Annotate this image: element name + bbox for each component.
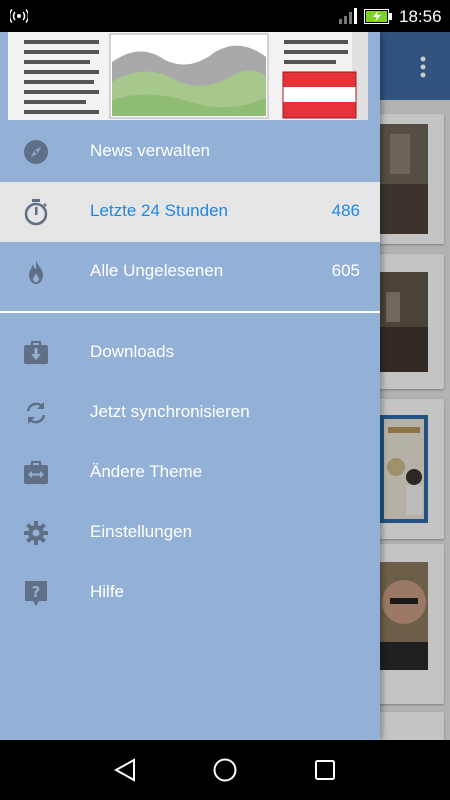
- drawer-header: [0, 32, 380, 122]
- drawer-item-label: Letzte 24 Stunden: [90, 201, 229, 220]
- drawer-item-label: Einstellungen: [90, 522, 193, 541]
- drawer-item-label: Jetzt synchronisieren: [90, 402, 250, 421]
- drawer-item-downloads[interactable]: Downloads: [0, 323, 380, 383]
- svg-text:?: ?: [32, 583, 41, 601]
- drawer-divider: [0, 311, 380, 313]
- flame-icon: [29, 260, 43, 284]
- recents-icon[interactable]: [310, 755, 340, 785]
- navigation-drawer: News verwalten Letzte 24 Stunden 486 All…: [0, 32, 380, 740]
- drawer-item-aendere-theme[interactable]: Ändere Theme: [0, 443, 380, 503]
- compass-icon: [24, 140, 48, 164]
- drawer-item-label: Alle Ungelesenen: [90, 261, 224, 280]
- gear-icon: [24, 521, 48, 545]
- drawer-item-label: Downloads: [90, 342, 175, 361]
- drawer-item-label: Ändere Theme: [90, 462, 203, 481]
- drawer-item-letzte-24-stunden[interactable]: Letzte 24 Stunden 486: [0, 182, 380, 242]
- drawer-item-label: Hilfe: [90, 582, 125, 601]
- home-icon[interactable]: [210, 755, 240, 785]
- drawer-item-alle-ungelesenen[interactable]: Alle Ungelesenen 605: [0, 242, 380, 302]
- drawer-item-hilfe[interactable]: ? Hilfe: [0, 563, 380, 623]
- drawer-item-einstellungen[interactable]: Einstellungen: [0, 503, 380, 563]
- sync-icon: [26, 402, 46, 424]
- drawer-item-count: 605: [331, 261, 360, 280]
- help-icon: ?: [25, 581, 47, 606]
- timer-icon: [24, 199, 48, 226]
- status-bar: 18:56: [0, 0, 450, 32]
- drawer-item-news-verwalten[interactable]: News verwalten: [0, 122, 380, 182]
- clock: 18:56: [399, 7, 442, 26]
- battery-charging-icon: [364, 9, 392, 24]
- austrian-news-logo: [8, 32, 368, 120]
- hotspot-icon: [10, 9, 28, 23]
- drawer-item-label: News verwalten: [90, 141, 210, 160]
- back-icon[interactable]: [110, 755, 140, 785]
- system-nav-bar: [0, 740, 450, 800]
- download-briefcase-icon: [24, 341, 48, 364]
- drawer-item-jetzt-synchronisieren[interactable]: Jetzt synchronisieren: [0, 383, 380, 443]
- drawer-item-count: 486: [331, 201, 360, 220]
- theme-swap-icon: [24, 461, 48, 484]
- signal-icon: [339, 8, 357, 24]
